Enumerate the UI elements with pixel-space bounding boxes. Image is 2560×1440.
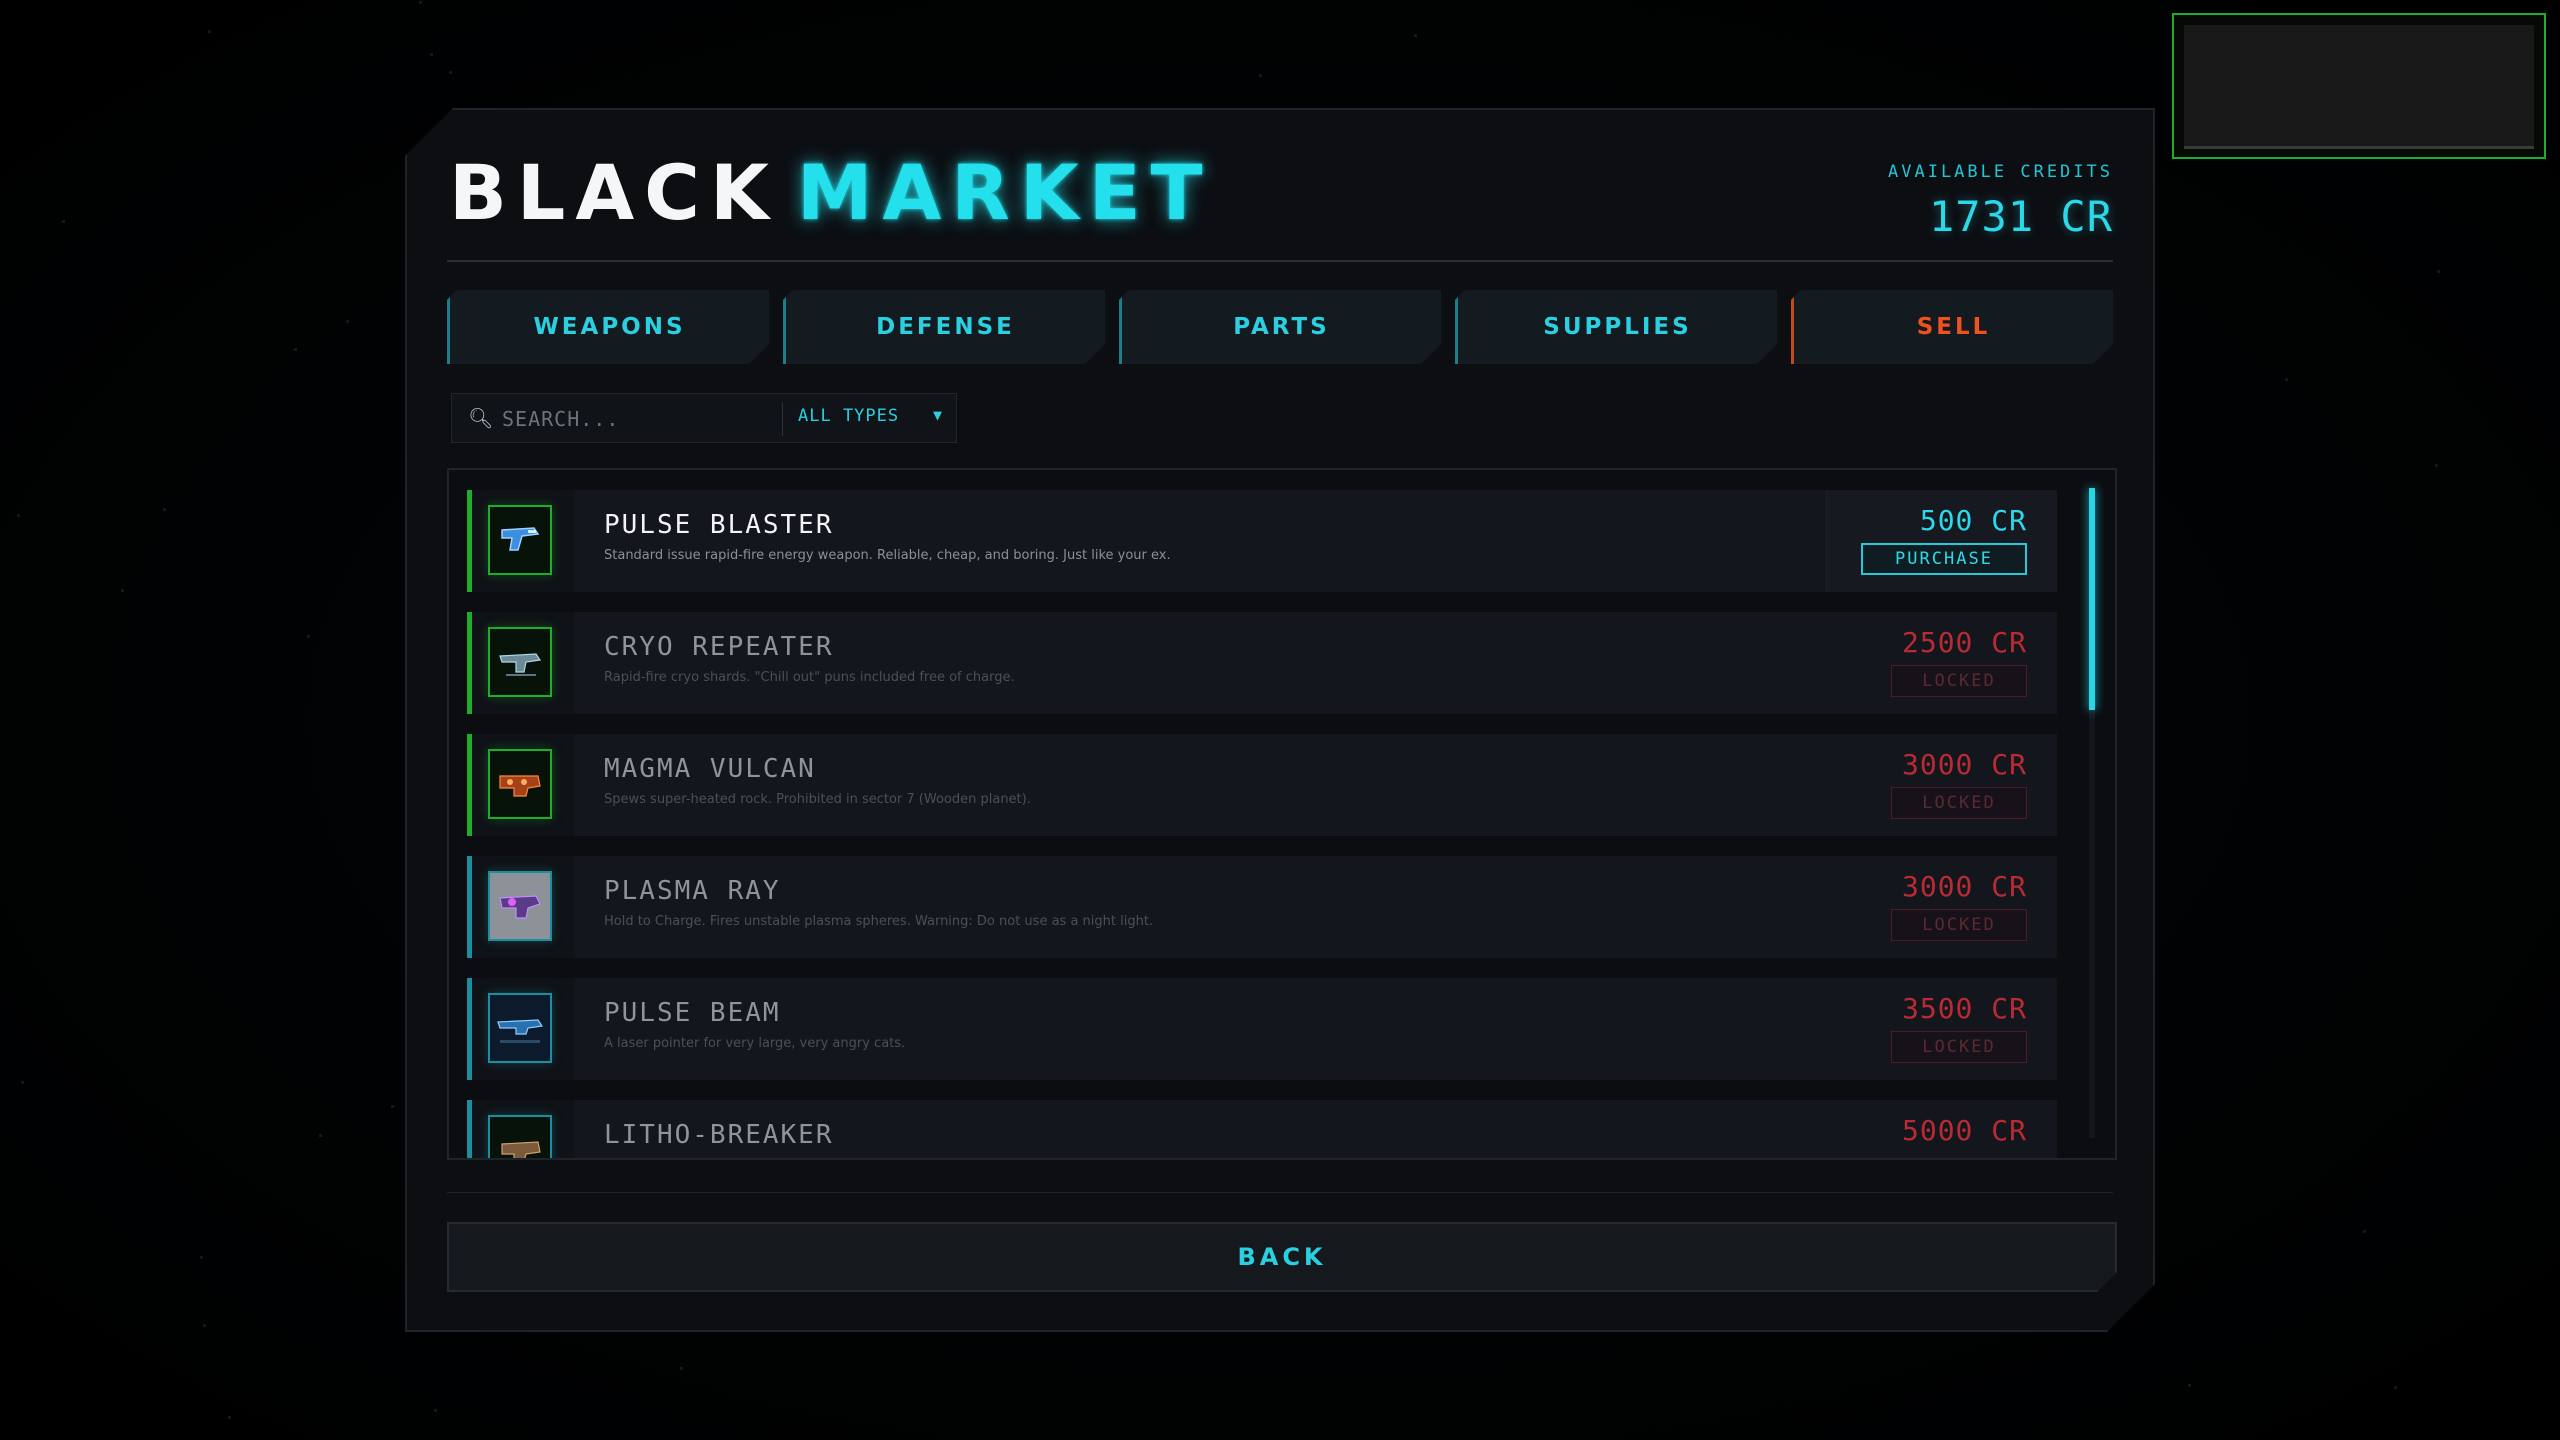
item-description: Standard issue rapid-fire energy weapon.…: [604, 548, 1171, 563]
item-name: LITHO-BREAKER: [604, 1120, 834, 1150]
pulse-blaster-icon: [488, 505, 552, 575]
item-name: MAGMA VULCAN: [604, 754, 816, 784]
star: [163, 508, 166, 511]
item-price: 3500 CR: [1901, 992, 2027, 1025]
star: [680, 1367, 683, 1370]
item-price: 500 CR: [1919, 504, 2027, 537]
star: [449, 71, 452, 74]
item-price: 3000 CR: [1901, 870, 2027, 903]
star: [121, 589, 124, 592]
item-description: Rapid-fire cryo shards. "Chill out" puns…: [604, 670, 1015, 685]
item-price: 3000 CR: [1901, 748, 2027, 781]
star: [2285, 378, 2288, 381]
item-row-plasma-ray[interactable]: PLASMA RAY Hold to Charge. Fires unstabl…: [467, 856, 2057, 958]
star: [419, 1, 422, 4]
locked-button: LOCKED: [1891, 665, 2027, 697]
star: [1259, 74, 1262, 77]
item-price: 5000 CR: [1901, 1114, 2027, 1147]
locked-button: LOCKED: [1891, 1031, 2027, 1063]
item-row-magma-vulcan[interactable]: MAGMA VULCAN Spews super-heated rock. Pr…: [467, 734, 2057, 836]
item-name: PLASMA RAY: [604, 876, 781, 906]
tab-supplies[interactable]: SUPPLIES: [1455, 290, 1777, 364]
star: [294, 348, 297, 351]
credits-value: 1731 CR: [1928, 192, 2113, 241]
star: [346, 320, 349, 323]
star: [307, 635, 310, 638]
star: [1414, 34, 1417, 37]
tab-defense[interactable]: DEFENSE: [783, 290, 1105, 364]
item-list: PULSE BLASTER Standard issue rapid-fire …: [447, 468, 2117, 1160]
item-description: Hold to Charge. Fires unstable plasma sp…: [604, 914, 1154, 929]
star: [2363, 1230, 2366, 1233]
item-name: CRYO REPEATER: [604, 632, 834, 662]
item-description: A laser pointer for very large, very ang…: [604, 1036, 906, 1051]
star: [2435, 464, 2438, 467]
litho-breaker-icon: [488, 1115, 552, 1160]
plasma-ray-icon: [488, 871, 552, 941]
tab-parts[interactable]: PARTS: [1119, 290, 1441, 364]
footer-divider: [447, 1192, 2113, 1193]
pulse-beam-icon: [488, 993, 552, 1063]
tab-weapons[interactable]: WEAPONS: [447, 290, 769, 364]
star: [203, 1324, 206, 1327]
item-name: PULSE BEAM: [604, 998, 781, 1028]
chevron-down-icon[interactable]: ▼: [933, 406, 942, 424]
item-row-pulse-blaster[interactable]: PULSE BLASTER Standard issue rapid-fire …: [467, 490, 2057, 592]
tab-sell[interactable]: SELL: [1791, 290, 2113, 364]
star: [21, 1081, 24, 1084]
item-thumb-cell: [472, 978, 574, 1080]
search-icon: 🔍︎: [468, 406, 494, 430]
star: [391, 1105, 394, 1108]
item-thumb-cell: [472, 490, 574, 592]
type-filter-select[interactable]: ALL TYPES: [798, 406, 899, 426]
item-price: 2500 CR: [1901, 626, 2027, 659]
star: [62, 220, 65, 223]
item-description: Spews super-heated rock. Prohibited in s…: [604, 792, 1031, 807]
star: [2394, 1386, 2397, 1389]
star: [2437, 270, 2440, 273]
star: [430, 53, 433, 56]
item-thumb-cell: [472, 856, 574, 958]
star: [2188, 1384, 2191, 1387]
minimap-viewport: [2184, 25, 2534, 149]
star: [17, 514, 20, 517]
star: [434, 1409, 437, 1412]
item-row-pulse-beam[interactable]: PULSE BEAM A laser pointer for very larg…: [467, 978, 2057, 1080]
locked-button: LOCKED: [1891, 909, 2027, 941]
title-word-market: MARKET: [796, 148, 1213, 237]
star: [228, 1416, 231, 1419]
search-input[interactable]: [500, 402, 774, 436]
game-screen: BLACK MARKET AVAILABLE CREDITS 1731 CR WE…: [0, 0, 2560, 1440]
item-name: PULSE BLASTER: [604, 510, 834, 540]
category-tabs: WEAPONS DEFENSE PARTS SUPPLIES SELL: [447, 290, 2115, 364]
scrollbar-thumb[interactable]: [2089, 488, 2095, 710]
star: [208, 30, 211, 33]
item-thumb-cell: [472, 1100, 574, 1160]
locked-button: LOCKED: [1891, 787, 2027, 819]
header-divider: [447, 260, 2113, 262]
star: [200, 1256, 203, 1259]
item-row-cryo-repeater[interactable]: CRYO REPEATER Rapid-fire cryo shards. "C…: [467, 612, 2057, 714]
credits-label: AVAILABLE CREDITS: [1888, 162, 2113, 182]
item-row-litho-breaker[interactable]: LITHO-BREAKER 5000 CR: [467, 1100, 2057, 1160]
item-thumb-cell: [472, 734, 574, 836]
minimap: [2172, 13, 2546, 159]
back-button[interactable]: BACK: [447, 1222, 2117, 1292]
item-thumb-cell: [472, 612, 574, 714]
title-word-black: BLACK: [449, 148, 779, 237]
black-market-panel: BLACK MARKET AVAILABLE CREDITS 1731 CR WE…: [405, 108, 2155, 1332]
star: [319, 1134, 322, 1137]
cryo-repeater-icon: [488, 627, 552, 697]
search-bar: 🔍︎ ALL TYPES ▼: [451, 393, 957, 443]
search-divider: [782, 402, 783, 436]
magma-vulcan-icon: [488, 749, 552, 819]
page-title: BLACK MARKET: [449, 155, 1212, 231]
purchase-button[interactable]: PURCHASE: [1861, 543, 2027, 575]
